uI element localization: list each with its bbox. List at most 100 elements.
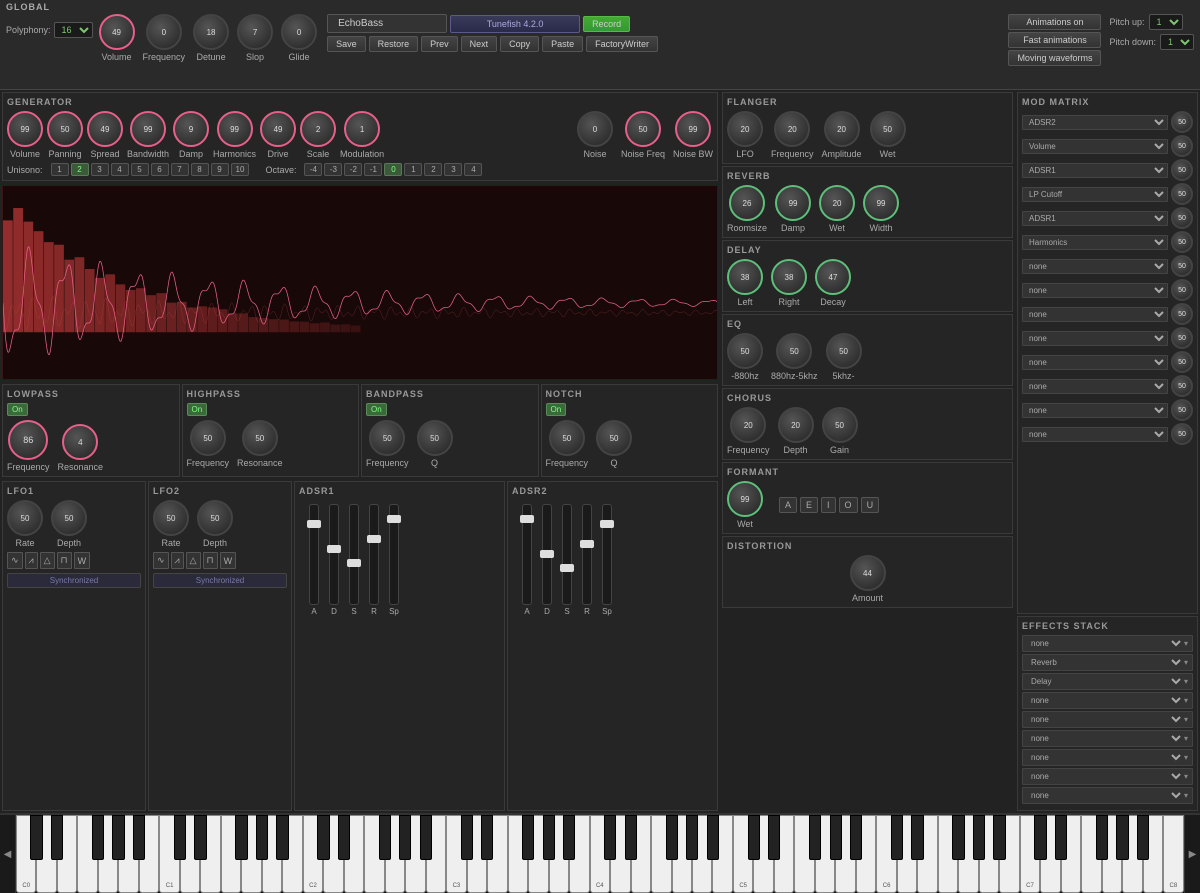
white-key[interactable]: C8	[1163, 815, 1183, 893]
global-detune-knob[interactable]: 18	[193, 14, 229, 50]
next-button[interactable]: Next	[461, 36, 498, 52]
adsr1-a-slider[interactable]	[309, 504, 319, 605]
keyboard-scroll-left[interactable]: ◀	[0, 815, 16, 893]
unisono-10[interactable]: 10	[231, 163, 250, 176]
adsr1-sp-slider[interactable]	[389, 504, 399, 605]
black-key[interactable]	[30, 815, 42, 860]
mod-source-13[interactable]: none	[1022, 427, 1168, 442]
lfo1-rate-knob[interactable]: 50	[7, 500, 43, 536]
black-key[interactable]	[481, 815, 493, 860]
record-button[interactable]: Record	[583, 16, 630, 32]
adsr2-r-slider[interactable]	[582, 504, 592, 605]
lp-res-knob[interactable]: 4	[62, 424, 98, 460]
mod-source-3[interactable]: LP Cutoff	[1022, 187, 1168, 202]
mod-source-4[interactable]: ADSR1	[1022, 211, 1168, 226]
lfo1-wave-sine[interactable]: ∿	[7, 552, 23, 569]
black-key[interactable]	[112, 815, 124, 860]
mod-knob-8[interactable]: 50	[1171, 303, 1193, 325]
gen-modulation-knob[interactable]: 1	[344, 111, 380, 147]
gen-scale-knob[interactable]: 2	[300, 111, 336, 147]
lfo1-wave-rand[interactable]: W	[74, 552, 91, 569]
unisono-6[interactable]: 6	[151, 163, 169, 176]
mod-source-8[interactable]: none	[1022, 307, 1168, 322]
black-key[interactable]	[604, 815, 616, 860]
black-key[interactable]	[666, 815, 678, 860]
lfo2-sync-btn[interactable]: Synchronized	[153, 573, 287, 588]
notch-on-btn[interactable]: On	[546, 403, 567, 416]
lowpass-on-btn[interactable]: On	[7, 403, 28, 416]
mod-knob-2[interactable]: 50	[1171, 159, 1193, 181]
animations-on-button[interactable]: Animations on	[1008, 14, 1101, 30]
pitch-down-select[interactable]: 1	[1160, 34, 1194, 50]
flanger-freq-knob[interactable]: 20	[774, 111, 810, 147]
reverb-width-knob[interactable]: 99	[863, 185, 899, 221]
global-glide-knob[interactable]: 0	[281, 14, 317, 50]
mod-source-1[interactable]: Volume	[1022, 139, 1168, 154]
octave-n2[interactable]: -2	[344, 163, 362, 176]
flanger-amp-knob[interactable]: 20	[824, 111, 860, 147]
adsr2-sp-slider[interactable]	[602, 504, 612, 605]
unisono-2[interactable]: 2	[71, 163, 89, 176]
black-key[interactable]	[133, 815, 145, 860]
gen-drive-knob[interactable]: 49	[260, 111, 296, 147]
adsr1-r-slider[interactable]	[369, 504, 379, 605]
moving-waveforms-button[interactable]: Moving waveforms	[1008, 50, 1101, 66]
delay-right-knob[interactable]: 38	[771, 259, 807, 295]
lfo1-sync-btn[interactable]: Synchronized	[7, 573, 141, 588]
formant-i-btn[interactable]: I	[821, 497, 836, 513]
mod-source-6[interactable]: none	[1022, 259, 1168, 274]
fast-animations-button[interactable]: Fast animations	[1008, 32, 1101, 48]
mod-knob-9[interactable]: 50	[1171, 327, 1193, 349]
black-key[interactable]	[174, 815, 186, 860]
black-key[interactable]	[911, 815, 923, 860]
black-key[interactable]	[1137, 815, 1149, 860]
mod-source-5[interactable]: Harmonics	[1022, 235, 1168, 250]
flanger-lfo-knob[interactable]: 20	[727, 111, 763, 147]
mod-knob-7[interactable]: 50	[1171, 279, 1193, 301]
black-key[interactable]	[276, 815, 288, 860]
black-key[interactable]	[420, 815, 432, 860]
adsr1-d-slider[interactable]	[329, 504, 339, 605]
formant-wet-knob[interactable]: 99	[727, 481, 763, 517]
hp-freq-knob[interactable]: 50	[190, 420, 226, 456]
lfo1-wave-tri[interactable]: △	[40, 552, 55, 569]
lfo2-wave-rand[interactable]: W	[220, 552, 237, 569]
effects-select-3[interactable]: none	[1027, 695, 1184, 706]
mod-knob-5[interactable]: 50	[1171, 231, 1193, 253]
black-key[interactable]	[256, 815, 268, 860]
unisono-8[interactable]: 8	[191, 163, 209, 176]
octave-3[interactable]: 3	[444, 163, 462, 176]
factory-writer-button[interactable]: FactoryWriter	[586, 36, 658, 52]
gen-spread-knob[interactable]: 49	[87, 111, 123, 147]
gen-bandwidth-knob[interactable]: 99	[130, 111, 166, 147]
octave-n4[interactable]: -4	[304, 163, 322, 176]
unisono-4[interactable]: 4	[111, 163, 129, 176]
effects-select-2[interactable]: Delay	[1027, 676, 1184, 687]
bp-q-knob[interactable]: 50	[417, 420, 453, 456]
pitch-up-select[interactable]: 1	[1149, 14, 1183, 30]
copy-button[interactable]: Copy	[500, 36, 539, 52]
lfo2-wave-saw[interactable]: ⩘	[171, 552, 184, 569]
unisono-1[interactable]: 1	[51, 163, 69, 176]
eq-high-knob[interactable]: 50	[826, 333, 862, 369]
lfo2-rate-knob[interactable]: 50	[153, 500, 189, 536]
lfo2-depth-knob[interactable]: 50	[197, 500, 233, 536]
delay-decay-knob[interactable]: 47	[815, 259, 851, 295]
mod-source-11[interactable]: none	[1022, 379, 1168, 394]
black-key[interactable]	[563, 815, 575, 860]
black-key[interactable]	[522, 815, 534, 860]
black-key[interactable]	[748, 815, 760, 860]
black-key[interactable]	[1055, 815, 1067, 860]
notch-q-knob[interactable]: 50	[596, 420, 632, 456]
restore-button[interactable]: Restore	[369, 36, 419, 52]
black-key[interactable]	[973, 815, 985, 860]
keyboard-scroll-right[interactable]: ▶	[1184, 815, 1200, 893]
reverb-damp-knob[interactable]: 99	[775, 185, 811, 221]
adsr2-d-slider[interactable]	[542, 504, 552, 605]
formant-u-btn[interactable]: U	[861, 497, 880, 513]
noise-bw-knob[interactable]: 99	[675, 111, 711, 147]
black-key[interactable]	[686, 815, 698, 860]
mod-knob-11[interactable]: 50	[1171, 375, 1193, 397]
effects-select-4[interactable]: none	[1027, 714, 1184, 725]
mod-source-2[interactable]: ADSR1	[1022, 163, 1168, 178]
